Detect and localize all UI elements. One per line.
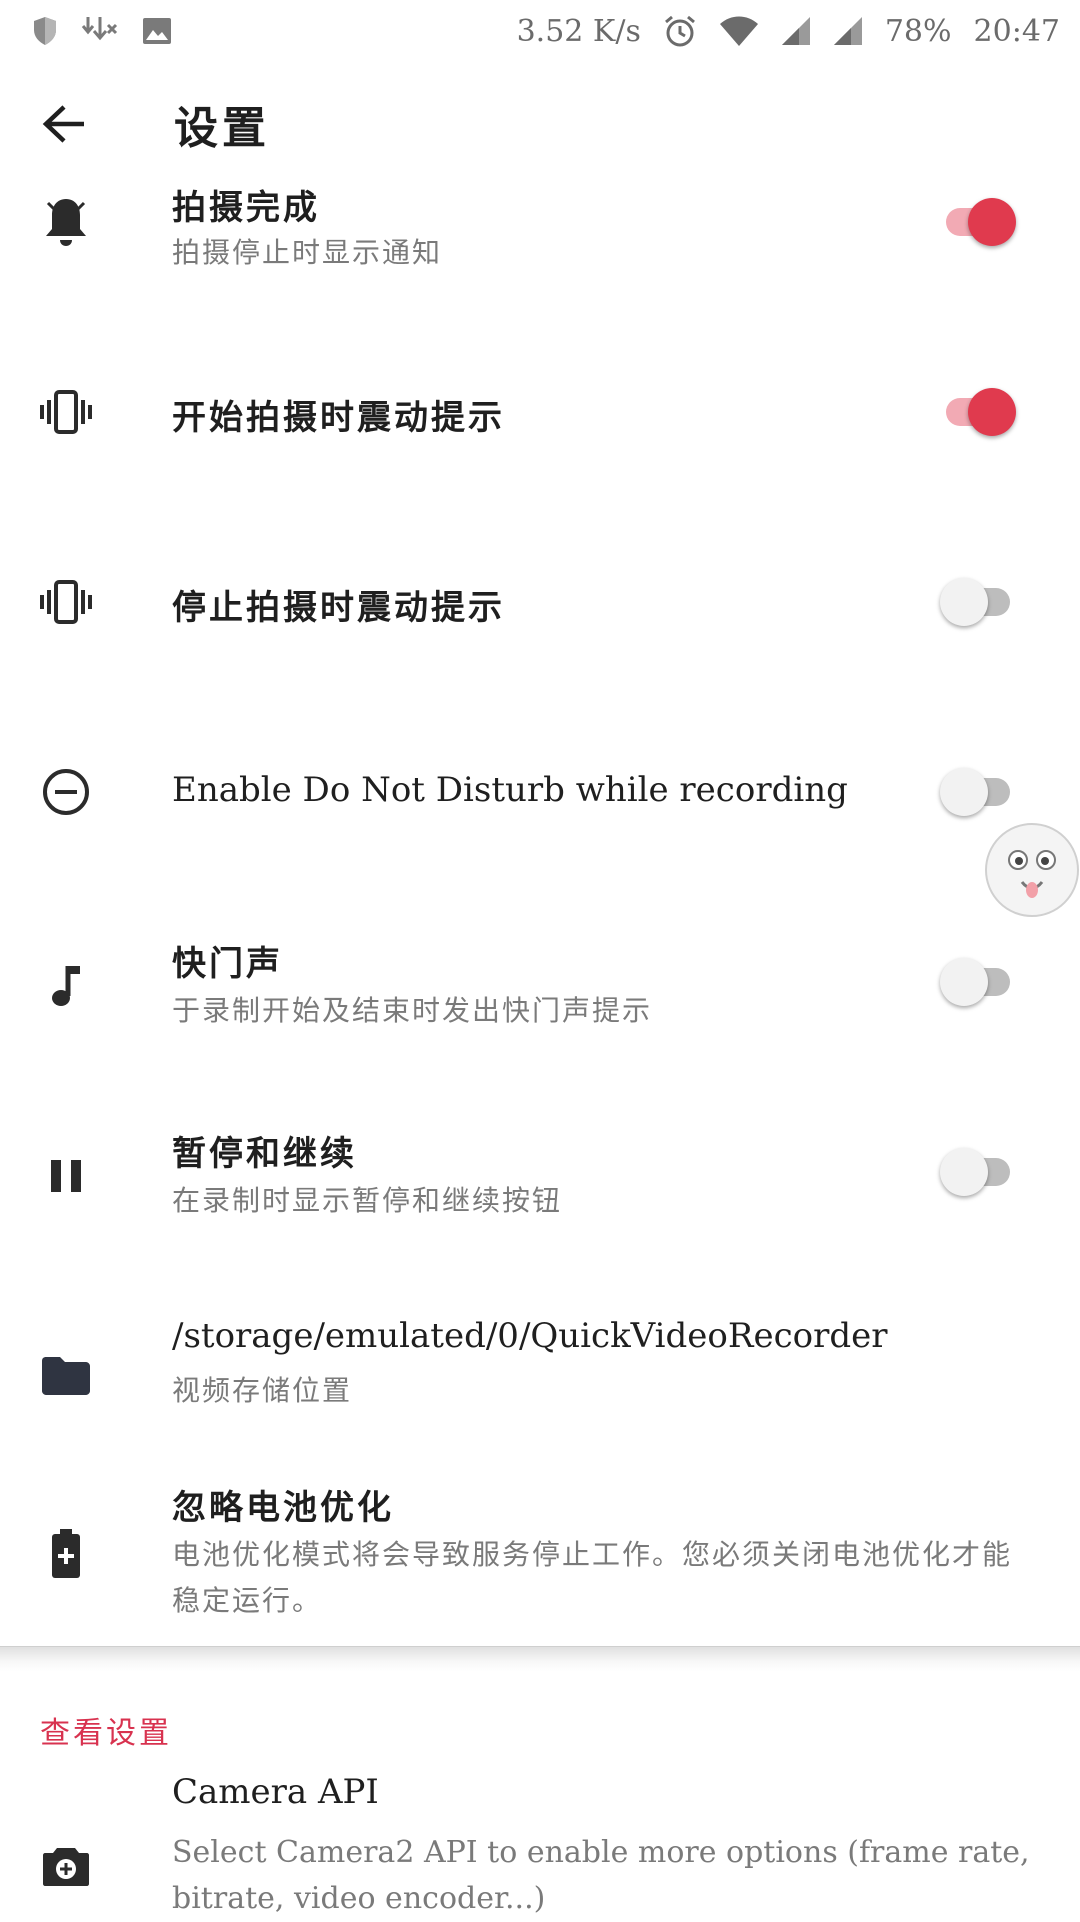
signal-icon xyxy=(833,16,863,46)
toggle-thumb xyxy=(940,1148,988,1196)
setting-subtitle: 电池优化模式将会导致服务停止工作。您必须关闭电池优化才能稳定运行。 xyxy=(172,1538,1013,1617)
setting-title: 拍摄完成 xyxy=(172,188,320,228)
folder-icon xyxy=(36,1346,96,1406)
setting-vibrate-start[interactable]: 开始拍摄时震动提示 xyxy=(0,382,1080,442)
image-icon xyxy=(142,17,172,45)
wifi-icon xyxy=(719,15,759,47)
setting-camera-api[interactable]: Camera API Select Camera2 API to enable … xyxy=(0,1772,1080,1920)
setting-subtitle: 视频存储位置 xyxy=(172,1374,353,1407)
toggle-pause-resume[interactable] xyxy=(940,1142,1016,1202)
music-note-icon xyxy=(36,956,96,1016)
setting-title: 停止拍摄时震动提示 xyxy=(172,588,505,628)
toggle-thumb xyxy=(940,578,988,626)
pause-icon xyxy=(36,1146,96,1206)
toggle-do-not-disturb[interactable] xyxy=(940,762,1016,822)
section-header-view-settings: 查看设置 xyxy=(40,1716,172,1751)
setting-title: 开始拍摄时震动提示 xyxy=(172,398,505,438)
toggle-thumb xyxy=(968,388,1016,436)
setting-pause-resume[interactable]: 暂停和继续 在录制时显示暂停和继续按钮 xyxy=(0,1126,1080,1256)
toggle-shutter-sound[interactable] xyxy=(940,952,1016,1012)
setting-shot-complete[interactable]: 拍摄完成 拍摄停止时显示通知 xyxy=(0,184,1080,314)
status-bar: 3.52 K/s 78% 20:47 xyxy=(0,0,1080,62)
toggle-shot-complete[interactable] xyxy=(940,192,1016,252)
toggle-thumb xyxy=(940,768,988,816)
toggle-thumb xyxy=(968,198,1016,246)
setting-title: 忽略电池优化 xyxy=(172,1488,394,1528)
vibrate-icon xyxy=(36,382,96,442)
back-button[interactable] xyxy=(38,100,90,152)
setting-subtitle: 于录制开始及结束时发出快门声提示 xyxy=(172,994,653,1027)
setting-storage-location[interactable]: /storage/emulated/0/QuickVideoRecorder 视… xyxy=(0,1316,1080,1446)
bell-icon xyxy=(36,192,96,252)
alarm-icon xyxy=(663,14,697,48)
setting-title: Camera API xyxy=(172,1772,379,1812)
shield-icon xyxy=(32,16,58,46)
battery-plus-icon xyxy=(36,1524,96,1584)
download-icon xyxy=(80,15,120,47)
setting-title: 快门声 xyxy=(172,944,283,984)
toggle-vibrate-stop[interactable] xyxy=(940,572,1016,632)
setting-subtitle: 拍摄停止时显示通知 xyxy=(172,236,443,269)
setting-subtitle: Select Camera2 API to enable more option… xyxy=(172,1835,1030,1916)
setting-vibrate-stop[interactable]: 停止拍摄时震动提示 xyxy=(0,572,1080,632)
net-speed: 3.52 K/s xyxy=(516,13,641,49)
status-bar-left xyxy=(32,15,172,47)
section-divider xyxy=(0,1646,1080,1672)
vibrate-icon xyxy=(36,572,96,632)
clock: 20:47 xyxy=(973,13,1060,49)
arrow-back-icon xyxy=(42,104,86,148)
do-not-disturb-icon xyxy=(36,762,96,822)
setting-shutter-sound[interactable]: 快门声 于录制开始及结束时发出快门声提示 xyxy=(0,936,1080,1066)
signal-icon xyxy=(781,16,811,46)
app-bar: 设置 xyxy=(0,62,1080,190)
floating-assistant-bubble[interactable] xyxy=(982,820,1080,920)
setting-subtitle: 在录制时显示暂停和继续按钮 xyxy=(172,1184,563,1217)
toggle-vibrate-start[interactable] xyxy=(940,382,1016,442)
setting-ignore-battery-optimization[interactable]: 忽略电池优化 电池优化模式将会导致服务停止工作。您必须关闭电池优化才能稳定运行。 xyxy=(0,1480,1080,1630)
toggle-thumb xyxy=(940,958,988,1006)
battery-level: 78% xyxy=(884,13,952,49)
setting-do-not-disturb[interactable]: Enable Do Not Disturb while recording xyxy=(0,762,1080,822)
setting-title: /storage/emulated/0/QuickVideoRecorder xyxy=(172,1316,888,1356)
camera-icon xyxy=(36,1836,96,1896)
page-title: 设置 xyxy=(174,103,270,154)
status-bar-right: 3.52 K/s 78% 20:47 xyxy=(517,14,1060,49)
setting-title: 暂停和继续 xyxy=(172,1134,357,1174)
setting-title: Enable Do Not Disturb while recording xyxy=(172,770,848,810)
